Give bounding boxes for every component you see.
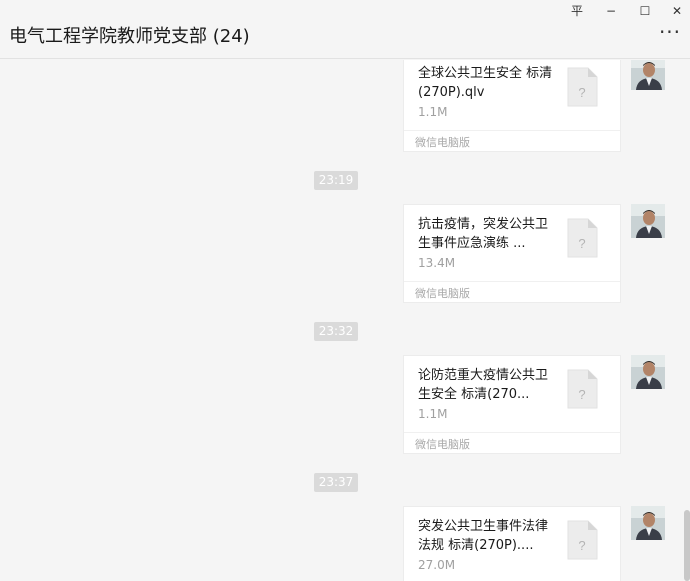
avatar[interactable] bbox=[631, 60, 665, 90]
file-name: 论防范重大疫情公共卫生安全 标清(270... bbox=[418, 368, 549, 402]
file-name: 抗击疫情，突发公共卫生事件应急演练 ... bbox=[418, 217, 549, 251]
pin-button[interactable]: 平 bbox=[562, 2, 592, 20]
timestamp: 23:37 bbox=[314, 473, 358, 492]
unknown-file-icon: ? bbox=[567, 218, 598, 258]
chat-title: 电气工程学院教师党支部 (24) bbox=[9, 26, 250, 47]
file-name: 全球公共卫生安全 标清(270P).qlv bbox=[418, 66, 553, 100]
chat-header: 电气工程学院教师党支部 (24) 平 − ☐ ✕ ··· bbox=[0, 0, 690, 59]
file-size: 1.1M bbox=[418, 105, 448, 119]
file-source-label: 微信电脑版 bbox=[415, 136, 470, 149]
card-divider bbox=[404, 281, 620, 282]
maximize-button[interactable]: ☐ bbox=[630, 2, 660, 20]
timestamp: 23:19 bbox=[314, 171, 358, 190]
chat-scrollbar[interactable] bbox=[684, 510, 690, 581]
svg-text:?: ? bbox=[578, 85, 585, 100]
close-button[interactable]: ✕ bbox=[662, 2, 690, 20]
unknown-file-icon: ? bbox=[567, 520, 598, 560]
unknown-file-icon: ? bbox=[567, 67, 598, 107]
file-message-card[interactable]: 全球公共卫生安全 标清(270P).qlv 1.1M ? 微信电脑版 bbox=[403, 60, 621, 152]
file-message-card[interactable]: 抗击疫情，突发公共卫生事件应急演练 ... 13.4M ? 微信电脑版 bbox=[403, 204, 621, 303]
file-size: 13.4M bbox=[418, 256, 456, 270]
avatar[interactable] bbox=[631, 204, 665, 238]
more-options-button[interactable]: ··· bbox=[656, 22, 684, 44]
svg-text:?: ? bbox=[578, 538, 585, 553]
chat-message-area[interactable]: 全球公共卫生安全 标清(270P).qlv 1.1M ? 微信电脑版 23:19… bbox=[0, 60, 690, 581]
file-size: 1.1M bbox=[418, 407, 448, 421]
file-name: 突发公共卫生事件法律法规 标清(270P).... bbox=[418, 519, 549, 553]
unknown-file-icon: ? bbox=[567, 369, 598, 409]
svg-text:?: ? bbox=[578, 387, 585, 402]
file-source-label: 微信电脑版 bbox=[415, 287, 470, 300]
card-divider bbox=[404, 432, 620, 433]
avatar[interactable] bbox=[631, 506, 665, 540]
file-source-label: 微信电脑版 bbox=[415, 438, 470, 451]
card-divider bbox=[404, 130, 620, 131]
svg-text:?: ? bbox=[578, 236, 585, 251]
file-message-card[interactable]: 论防范重大疫情公共卫生安全 标清(270... 1.1M ? 微信电脑版 bbox=[403, 355, 621, 454]
file-message-card[interactable]: 突发公共卫生事件法律法规 标清(270P).... 27.0M ? bbox=[403, 506, 621, 581]
timestamp: 23:32 bbox=[314, 322, 358, 341]
minimize-button[interactable]: − bbox=[596, 2, 626, 20]
avatar[interactable] bbox=[631, 355, 665, 389]
file-size: 27.0M bbox=[418, 558, 456, 572]
